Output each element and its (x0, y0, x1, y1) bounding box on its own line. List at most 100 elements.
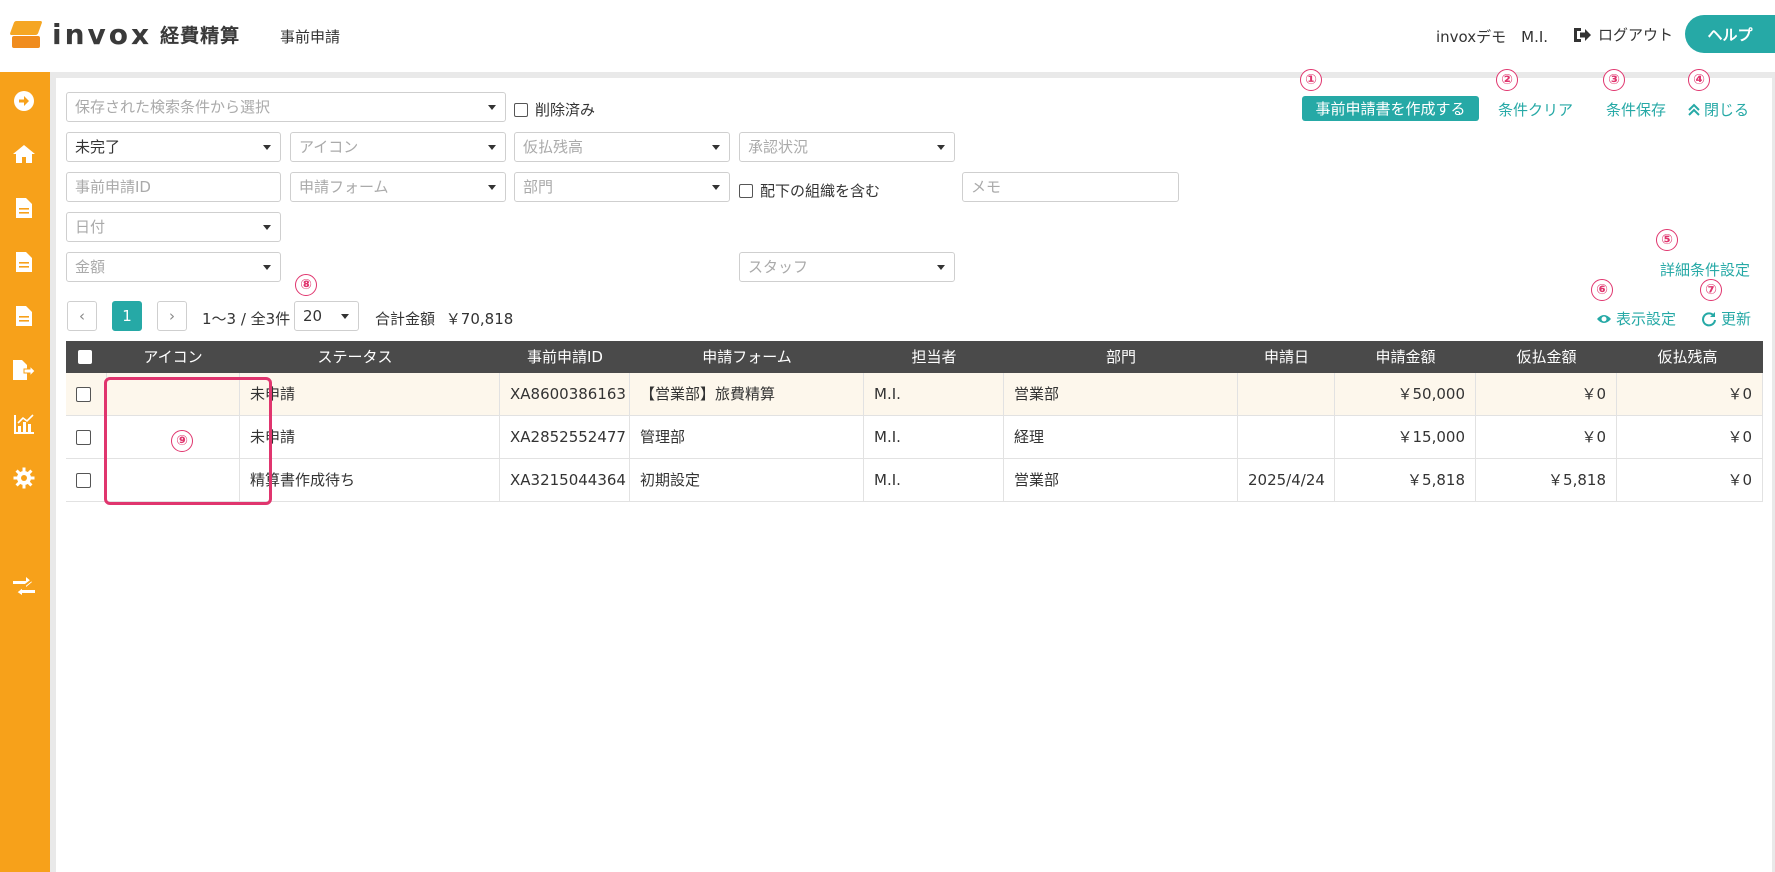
annotation-badge-5: ⑤ (1656, 229, 1678, 251)
column-header-owner[interactable]: 担当者 (864, 341, 1004, 373)
column-header-advance[interactable]: 仮払金額 (1476, 341, 1617, 373)
row-checkbox[interactable] (76, 387, 91, 402)
row-department: 営業部 (1004, 459, 1238, 502)
help-button[interactable]: ヘルプ (1685, 15, 1775, 53)
row-date (1238, 373, 1335, 416)
row-advance: ￥0 (1476, 373, 1617, 416)
advance-balance-select[interactable]: 仮払残高 (514, 132, 730, 162)
close-filters-link[interactable]: 閉じる (1688, 99, 1749, 120)
table-header: アイコン ステータス 事前申請ID 申請フォーム 担当者 部門 申請日 申請金額… (66, 341, 1763, 373)
icon-select[interactable]: アイコン (290, 132, 506, 162)
column-header-icon[interactable]: アイコン (106, 341, 240, 373)
column-header-balance[interactable]: 仮払残高 (1617, 341, 1758, 373)
document-icon[interactable] (12, 304, 36, 328)
row-form: 管理部 (630, 416, 864, 459)
logo-mark-icon (9, 19, 43, 51)
saved-search-select[interactable]: 保存された検索条件から選択 (66, 92, 506, 122)
advanced-conditions-link[interactable]: 詳細条件設定 (1660, 259, 1750, 280)
department-select[interactable]: 部門 (514, 172, 730, 202)
row-status: 未申請 (240, 373, 500, 416)
row-form: 【営業部】旅費精算 (630, 373, 864, 416)
row-checkbox[interactable] (76, 430, 91, 445)
refresh-link[interactable]: 更新 (1701, 308, 1751, 329)
next-page-button[interactable]: › (157, 301, 187, 331)
column-header-amount[interactable]: 申請金額 (1335, 341, 1476, 373)
row-owner: M.I. (864, 373, 1004, 416)
row-balance: ￥0 (1617, 416, 1763, 459)
home-icon[interactable] (12, 142, 36, 166)
page-1-button[interactable]: 1 (112, 301, 142, 331)
arrow-circle-icon[interactable] (12, 89, 36, 113)
logout-button[interactable]: ログアウト (1572, 24, 1673, 45)
logout-icon (1574, 27, 1591, 42)
row-date (1238, 416, 1335, 459)
row-advance: ￥0 (1476, 416, 1617, 459)
status-select-value: 未完了 (75, 138, 121, 156)
document-icon[interactable] (12, 196, 36, 220)
table-row[interactable]: 未申請 XA2852552477 管理部 M.I. 経理 ￥15,000 ￥0 … (66, 416, 1763, 459)
app-header: invox 経費精算 事前申請 invoxデモ M.I. ログアウト ヘルプ (0, 0, 1775, 72)
row-owner: M.I. (864, 416, 1004, 459)
create-application-button[interactable]: 事前申請書を作成する (1302, 96, 1479, 121)
column-header-id[interactable]: 事前申請ID (500, 341, 630, 373)
display-settings-label: 表示設定 (1616, 310, 1677, 328)
amount-select[interactable]: 金額 (66, 252, 281, 282)
sidebar (0, 72, 50, 872)
prev-page-button[interactable]: ‹ (67, 301, 97, 331)
row-date: 2025/4/24 (1238, 459, 1335, 502)
refresh-label: 更新 (1721, 310, 1752, 328)
application-form-placeholder: 申請フォーム (299, 178, 389, 196)
user-name: invoxデモ M.I. (1436, 28, 1549, 46)
include-subordinates-checkbox[interactable]: 配下の組織を含む (739, 180, 880, 201)
column-header-status[interactable]: ステータス (240, 341, 470, 373)
row-status: 未申請 (240, 416, 500, 459)
table-row[interactable]: 精算書作成待ち XA3215044364 初期設定 M.I. 営業部 2025/… (66, 459, 1763, 502)
annotation-badge-3: ③ (1603, 69, 1625, 91)
logo-text: invox (52, 18, 153, 51)
include-subordinates-label: 配下の組織を含む (760, 182, 881, 200)
annotation-highlight-box (104, 377, 272, 505)
display-settings-link[interactable]: 表示設定 (1596, 308, 1676, 329)
select-all-checkbox[interactable] (78, 350, 92, 364)
clear-conditions-link[interactable]: 条件クリア (1498, 99, 1573, 120)
page-size-select[interactable]: 20 (294, 301, 359, 331)
column-header-form[interactable]: 申請フォーム (630, 341, 864, 373)
annotation-badge-1: ① (1300, 69, 1322, 91)
annotation-badge-4: ④ (1688, 69, 1710, 91)
gear-icon[interactable] (12, 466, 36, 490)
column-header-department[interactable]: 部門 (1004, 341, 1238, 373)
deleted-checkbox[interactable]: 削除済み (514, 99, 595, 120)
approval-status-select[interactable]: 承認状況 (739, 132, 955, 162)
export-document-icon[interactable] (12, 358, 36, 382)
deleted-label: 削除済み (535, 101, 596, 119)
total-amount: 合計金額 ￥70,818 (375, 308, 513, 329)
row-checkbox[interactable] (76, 473, 91, 488)
status-select[interactable]: 未完了 (66, 132, 281, 162)
chart-icon[interactable] (12, 412, 36, 436)
row-advance: ￥5,818 (1476, 459, 1617, 502)
double-chevron-up-icon (1688, 103, 1700, 116)
app-logo[interactable]: invox 経費精算 (9, 18, 240, 51)
application-form-select[interactable]: 申請フォーム (290, 172, 506, 202)
page-size-value: 20 (303, 307, 323, 325)
advance-balance-placeholder: 仮払残高 (523, 138, 584, 156)
department-placeholder: 部門 (523, 178, 554, 196)
approval-status-placeholder: 承認状況 (748, 138, 809, 156)
date-select[interactable]: 日付 (66, 212, 281, 242)
date-placeholder: 日付 (75, 218, 106, 236)
row-amount: ￥15,000 (1335, 416, 1476, 459)
table-row[interactable]: 未申請 XA8600386163 【営業部】旅費精算 M.I. 営業部 ￥50,… (66, 373, 1763, 416)
deleted-checkbox-box[interactable] (514, 102, 528, 117)
column-header-date[interactable]: 申請日 (1238, 341, 1335, 373)
save-conditions-link[interactable]: 条件保存 (1606, 99, 1666, 120)
annotation-badge-6: ⑥ (1591, 279, 1613, 301)
amount-placeholder: 金額 (75, 258, 106, 276)
transfer-icon[interactable] (12, 574, 36, 598)
application-id-input[interactable]: 事前申請ID (66, 172, 281, 202)
staff-select[interactable]: スタッフ (739, 252, 955, 282)
page-title: 事前申請 (280, 28, 341, 46)
memo-input[interactable]: メモ (962, 172, 1179, 202)
total-amount-label: 合計金額 (375, 310, 436, 328)
document-icon[interactable] (12, 250, 36, 274)
include-subordinates-box[interactable] (739, 183, 753, 198)
